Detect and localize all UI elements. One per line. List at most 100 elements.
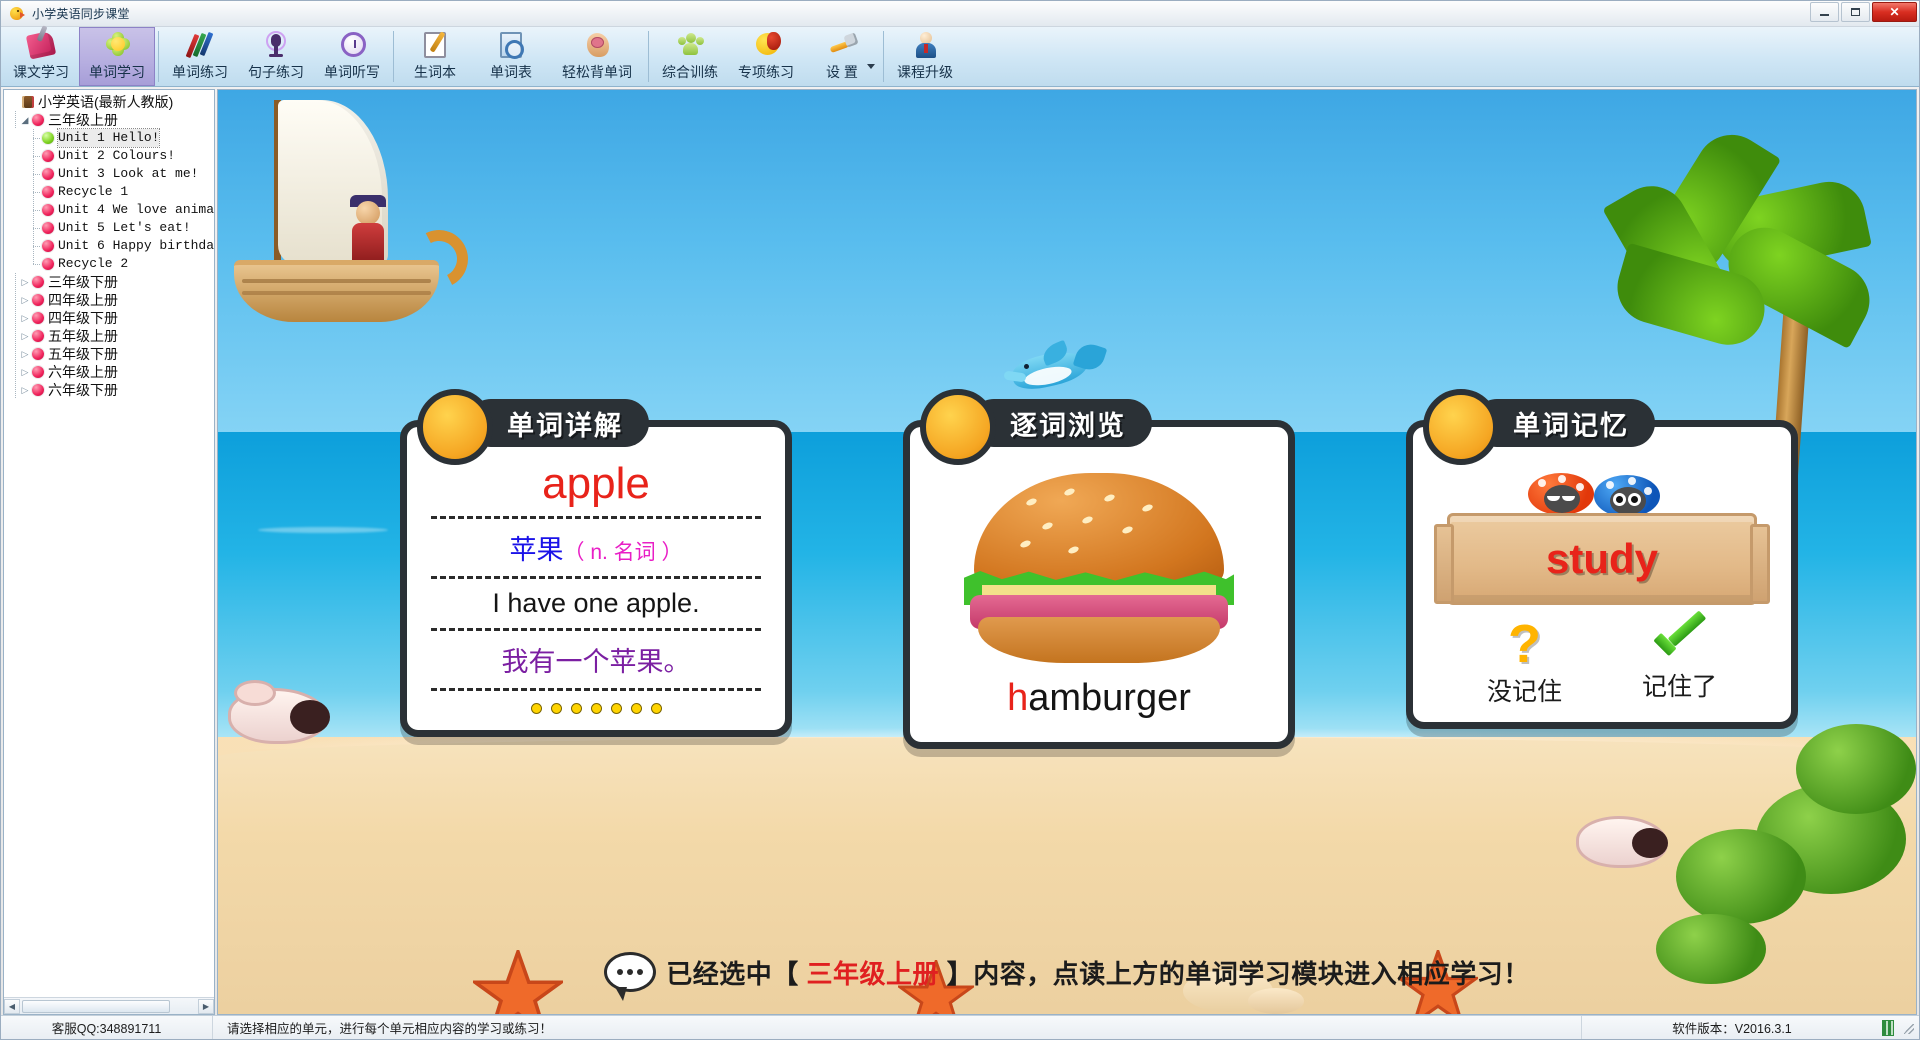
tree-node-grade5-vol1[interactable]: ▷ 五年级上册 [6,327,214,345]
toolbar-item-new-word-book[interactable]: 生词本 [397,27,473,86]
tree-node-label: Recycle 1 [58,184,129,199]
ladybugs-illustration [1522,473,1682,517]
tree-node-grade3-vol1[interactable]: ◢ 三年级上册 [6,111,214,129]
bush-illustration [1796,724,1916,814]
tree-node-unit-1[interactable]: Unit 1 Hello! [6,128,214,148]
card-word-browse[interactable]: 逐词浏览 hamburger [903,389,1295,749]
wooden-plank: study [1434,513,1770,605]
notepad-pencil-icon [416,31,454,61]
colored-pencils-icon [181,31,219,61]
caption-grade: 三年级上册 [806,958,939,989]
bullet-icon [32,312,44,324]
toolbar-label: 专项练习 [738,64,794,80]
tree-node-grade4-vol1[interactable]: ▷ 四年级上册 [6,291,214,309]
card-header: 单词记忆 [1473,399,1655,447]
detail-word-english: apple [542,459,650,508]
tree-node-grade4-vol2[interactable]: ▷ 四年级下册 [6,309,214,327]
status-hint: 请选择相应的单元，进行每个单元相应内容的学习或练习！ [213,1016,1582,1039]
minimize-button[interactable] [1810,2,1839,22]
detail-sentence-chinese: 我有一个苹果。 [501,647,691,678]
bullet-icon [32,348,44,360]
toolbar-item-word-study[interactable]: 单词学习 [79,27,155,86]
tree-node-label: 五年级上册 [48,328,118,344]
application-window: 小学英语同步课堂 ✕ 课文学习 单词学习 单词练习 句子练习 单词听写 生词本 … [0,0,1920,1040]
toolbar-item-word-practice[interactable]: 单词练习 [162,27,238,86]
ladybug-smile-icon [747,31,785,61]
not-remembered-button[interactable]: ? 没记住 [1487,617,1562,708]
tree-node-label: 三年级下册 [48,274,118,290]
divider [431,576,761,580]
maximize-button[interactable] [1841,2,1870,22]
resize-grip[interactable] [1900,1020,1916,1036]
bullet-icon [32,384,44,396]
tree-node-unit-2[interactable]: Unit 2 Colours! [6,147,214,165]
toolbar-separator [158,31,159,82]
toolbar-item-text-study[interactable]: 课文学习 [3,27,79,86]
toolbar-label: 综合训练 [662,64,718,80]
tree-node-grade3-vol2[interactable]: ▷ 三年级下册 [6,273,214,291]
tree-node-grade6-vol1[interactable]: ▷ 六年级上册 [6,363,214,381]
card-word-memory[interactable]: 单词记忆 study ? 没记住 记住了 [1406,389,1798,730]
chevron-expanded-icon[interactable]: ◢ [18,111,32,129]
hamburger-illustration [964,473,1234,663]
scroll-left-arrow-icon[interactable]: ◀ [4,998,20,1014]
tree-node-label: Unit 4 We love animals [58,202,214,217]
chevron-down-icon[interactable] [867,64,875,69]
toolbar-item-word-dictation[interactable]: 单词听写 [314,27,390,86]
card-word-detail[interactable]: 单词详解 apple 苹果（ n. 名词 ） I have one apple.… [400,389,792,738]
sidebar-horizontal-scrollbar[interactable]: ◀ ▶ [4,997,214,1014]
course-tree-panel: 小学英语(最新人教版) ◢ 三年级上册 Unit 1 Hello! Unit 2… [3,89,215,1015]
toolbar-item-special-practice[interactable]: 专项练习 [728,27,804,86]
scene-caption: 已经选中【 三年级上册 】内容，点读上方的单词学习模块进入相应学习！ [218,952,1916,1001]
detail-progress-dots [423,703,769,715]
tree-node-recycle-1[interactable]: Recycle 1 [6,183,214,201]
chevron-collapsed-icon[interactable]: ▷ [18,327,32,345]
tree-node-unit-6[interactable]: Unit 6 Happy birthday! [6,237,214,255]
content-area: 小学英语(最新人教版) ◢ 三年级上册 Unit 1 Hello! Unit 2… [1,87,1919,1015]
tree-node-label: 三年级上册 [48,112,118,128]
tree-node-grade6-vol2[interactable]: ▷ 六年级下册 [6,381,214,399]
bullet-icon [32,294,44,306]
tree-node-unit-3[interactable]: Unit 3 Look at me! [6,165,214,183]
alarm-clock-icon [333,31,371,61]
card-badge-circle [1423,389,1499,465]
toolbar-item-comprehensive-training[interactable]: 综合训练 [652,27,728,86]
tree-node-unit-4[interactable]: Unit 4 We love animals [6,201,214,219]
tree-node-label: 六年级上册 [48,364,118,380]
course-tree[interactable]: 小学英语(最新人教版) ◢ 三年级上册 Unit 1 Hello! Unit 2… [4,90,214,997]
chevron-collapsed-icon[interactable]: ▷ [18,345,32,363]
close-button[interactable]: ✕ [1872,2,1917,22]
toolbar-item-sentence-practice[interactable]: 句子练习 [238,27,314,86]
chevron-collapsed-icon[interactable]: ▷ [18,273,32,291]
tree-node-label: 四年级上册 [48,292,118,308]
toolbar-item-easy-memorize[interactable]: 轻松背单词 [549,27,645,86]
toolbar-item-course-upgrade[interactable]: 课程升级 [887,27,963,86]
toolbar-label: 单词练习 [172,64,228,80]
book-red-icon [22,96,34,108]
caption-suffix: 】内容，点读上方的单词学习模块进入相应学习！ [939,958,1530,989]
lesson-scene: 单词详解 apple 苹果（ n. 名词 ） I have one apple.… [217,89,1917,1015]
tree-node-grade5-vol2[interactable]: ▷ 五年级下册 [6,345,214,363]
tree-node-label: 六年级下册 [48,382,118,398]
tree-root-node[interactable]: 小学英语(最新人教版) [6,93,214,111]
bullet-icon [32,114,44,126]
chevron-collapsed-icon[interactable]: ▷ [18,309,32,327]
main-toolbar: 课文学习 单词学习 单词练习 句子练习 单词听写 生词本 单词表 轻松背单词 综… [1,27,1919,87]
toolbar-item-word-list[interactable]: 单词表 [473,27,549,86]
tree-node-recycle-2[interactable]: Recycle 2 [6,255,214,273]
detail-word-pos: （ n. 名词 ） [563,541,683,565]
bullet-icon [32,276,44,288]
tree-node-unit-5[interactable]: Unit 5 Let's eat! [6,219,214,237]
scroll-right-arrow-icon[interactable]: ▶ [198,998,214,1014]
chevron-collapsed-icon[interactable]: ▷ [18,381,32,399]
chevron-collapsed-icon[interactable]: ▷ [18,363,32,381]
remembered-button[interactable]: 记住了 [1642,619,1717,708]
tree-node-label: Recycle 2 [58,256,129,271]
chevron-collapsed-icon[interactable]: ▷ [18,291,32,309]
toolbar-item-settings[interactable]: 设 置 [804,27,880,86]
wordbook-magnifier-icon [492,31,530,61]
bullet-icon [32,366,44,378]
scrollbar-thumb[interactable] [22,1000,170,1013]
divider [431,628,761,632]
status-qq: 客服QQ:348891711 [1,1016,213,1039]
